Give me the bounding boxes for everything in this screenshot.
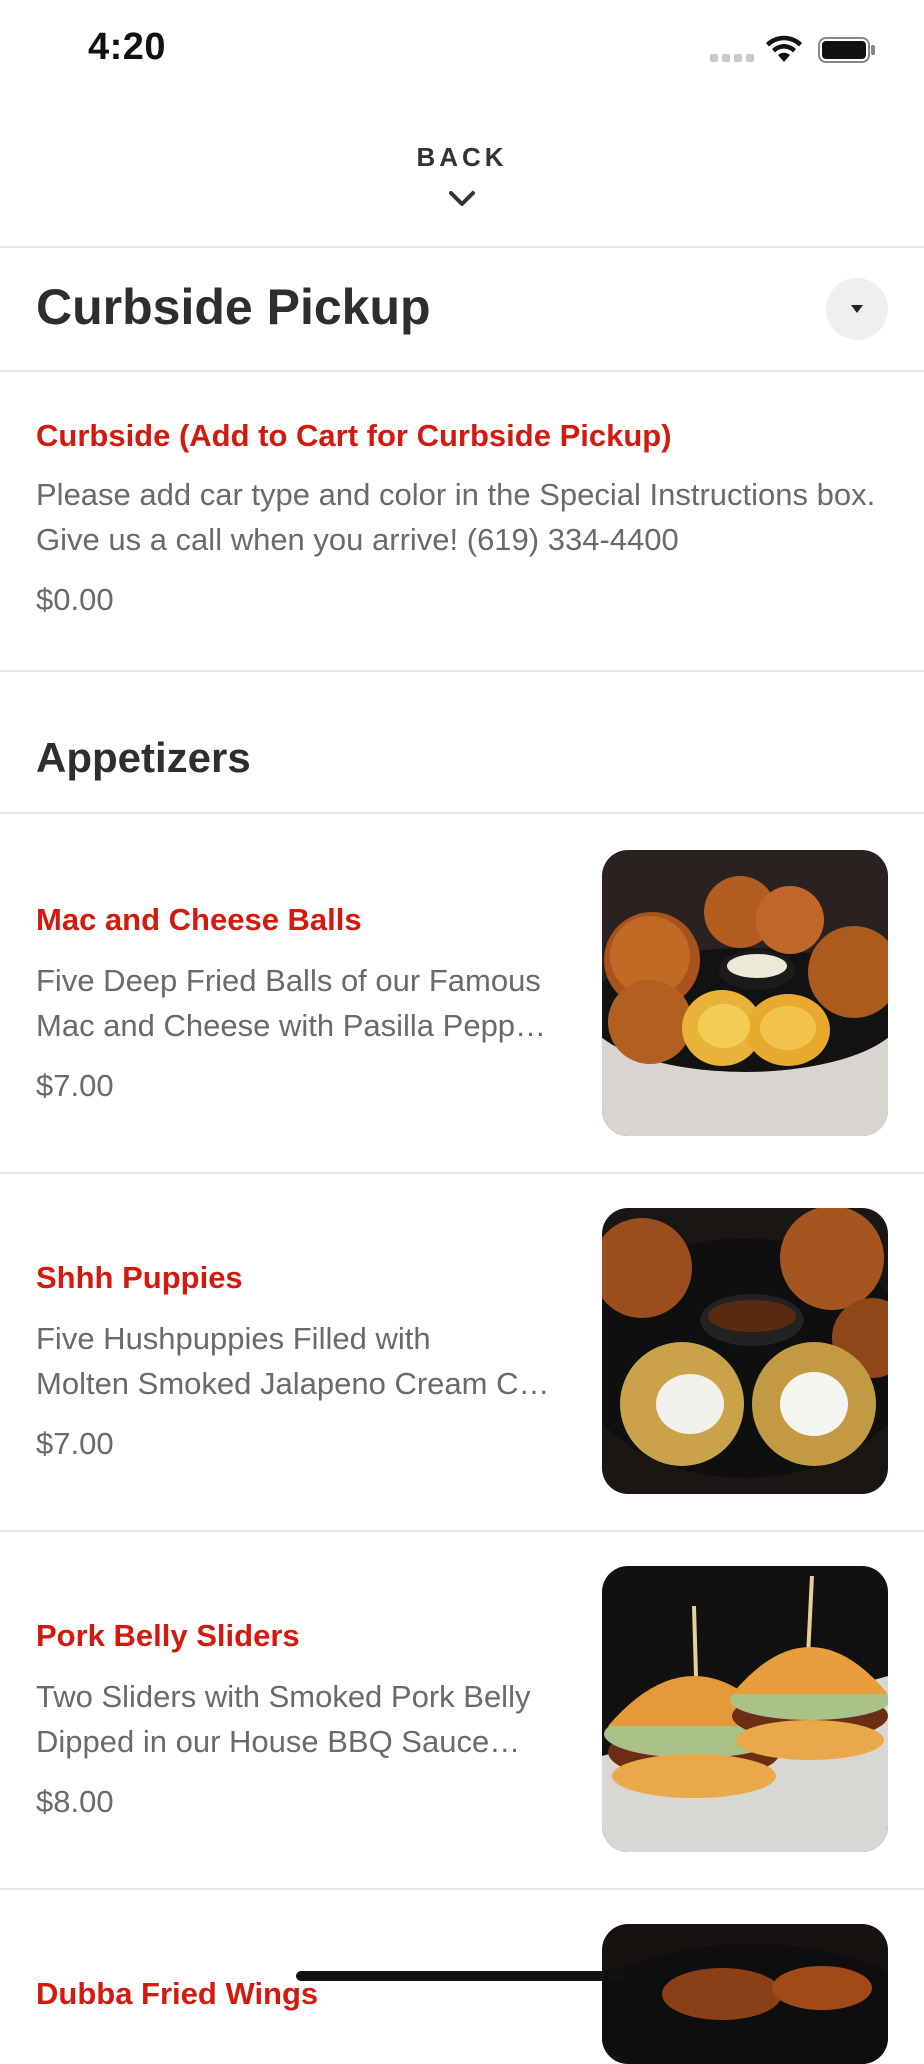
item-price: $0.00 bbox=[36, 582, 114, 617]
section-header: Curbside Pickup bbox=[0, 248, 924, 372]
category-title: Appetizers bbox=[36, 734, 251, 781]
battery-icon bbox=[818, 37, 875, 63]
home-indicator[interactable] bbox=[296, 1971, 628, 1981]
section-dropdown-button[interactable] bbox=[826, 278, 888, 340]
fried-wings-photo[interactable] bbox=[602, 1924, 888, 2064]
hushpuppies-photo[interactable] bbox=[602, 1208, 888, 1494]
section-title: Curbside Pickup bbox=[36, 279, 431, 335]
item-description-line: Two Sliders with Smoked Pork Belly bbox=[36, 1679, 531, 1714]
item-name: Dubba Fried Wings bbox=[36, 1976, 319, 2011]
status-bar: 4:20 bbox=[0, 0, 924, 100]
item-description-line: Molten Smoked Jalapeno Cream C… bbox=[36, 1366, 550, 1401]
back-button[interactable]: BACK bbox=[0, 100, 924, 248]
item-description-line: Five Deep Fried Balls of our Famous bbox=[36, 963, 541, 998]
item-price: $7.00 bbox=[36, 1068, 114, 1103]
item-description: Two Sliders with Smoked Pork Belly Dippe… bbox=[36, 1674, 566, 1764]
mac-and-cheese-balls-photo[interactable] bbox=[602, 850, 888, 1136]
item-name: Curbside (Add to Cart for Curbside Picku… bbox=[36, 418, 672, 453]
item-description-line: Five Hushpuppies Filled with bbox=[36, 1321, 431, 1356]
back-label: BACK bbox=[416, 142, 508, 172]
menu-item[interactable]: Shhh Puppies Five Hushpuppies Filled wit… bbox=[0, 1172, 924, 1532]
item-description-line: Mac and Cheese with Pasilla Pepp… bbox=[36, 1008, 547, 1043]
item-name: Pork Belly Sliders bbox=[36, 1618, 300, 1653]
menu-item[interactable]: Pork Belly Sliders Two Sliders with Smok… bbox=[0, 1530, 924, 1890]
item-description: Please add car type and color in the Spe… bbox=[36, 477, 876, 557]
item-price: $7.00 bbox=[36, 1426, 114, 1461]
menu-item[interactable]: Dubba Fried Wings bbox=[0, 1888, 924, 2064]
cellular-signal-icon bbox=[710, 54, 754, 62]
item-description-line: Dipped in our House BBQ Sauce… bbox=[36, 1724, 521, 1759]
item-description: Five Deep Fried Balls of our Famous Mac … bbox=[36, 958, 566, 1048]
status-time: 4:20 bbox=[88, 26, 167, 68]
item-description: Five Hushpuppies Filled with Molten Smok… bbox=[36, 1316, 566, 1406]
category-header: Appetizers bbox=[0, 672, 924, 814]
caret-down-icon bbox=[851, 305, 863, 313]
curbside-menu-item[interactable]: Curbside (Add to Cart for Curbside Picku… bbox=[0, 372, 924, 672]
wifi-icon bbox=[766, 35, 802, 62]
chevron-down-icon bbox=[449, 191, 475, 206]
menu-item[interactable]: Mac and Cheese Balls Five Deep Fried Bal… bbox=[0, 814, 924, 1174]
item-name: Shhh Puppies bbox=[36, 1260, 243, 1295]
item-name: Mac and Cheese Balls bbox=[36, 902, 362, 937]
item-price: $8.00 bbox=[36, 1784, 114, 1819]
pork-belly-sliders-photo[interactable] bbox=[602, 1566, 888, 1852]
